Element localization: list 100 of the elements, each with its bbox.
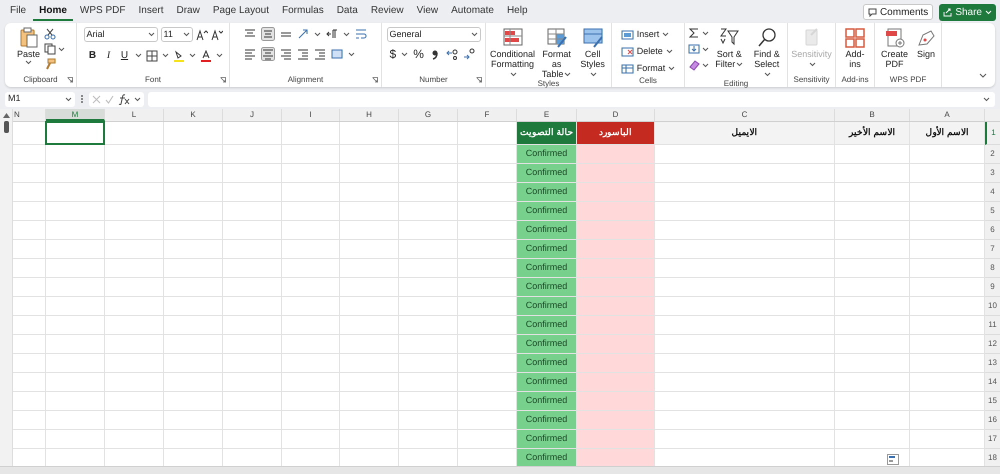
menu-tab[interactable]: View — [410, 1, 444, 21]
menu-tab[interactable]: Review — [364, 1, 410, 21]
menu-tab[interactable]: Help — [500, 1, 534, 21]
ribbon-button[interactable]: Sort & Filter — [712, 27, 746, 69]
menu-tab[interactable]: File — [4, 1, 32, 21]
row-header[interactable]: 10 — [985, 297, 1000, 316]
percent-button[interactable]: % — [413, 48, 424, 60]
column-header[interactable]: L — [105, 109, 164, 121]
row-header[interactable]: 15 — [985, 392, 1000, 411]
column-header[interactable]: H — [340, 109, 399, 121]
ribbon-button[interactable]: Delete — [620, 44, 676, 59]
menu-tab[interactable]: Formulas — [276, 1, 330, 21]
paste-button[interactable]: Paste — [16, 27, 40, 65]
check-icon[interactable] — [105, 94, 114, 104]
row-header[interactable]: 7 — [985, 240, 1000, 259]
ribbon-button[interactable]: Add-ins — [839, 27, 871, 69]
font-name-field[interactable]: Arial — [84, 27, 158, 42]
scroll-up-icon[interactable] — [2, 113, 10, 118]
scissors-icon[interactable] — [44, 28, 56, 40]
row-header[interactable]: 11 — [985, 316, 1000, 335]
sum-icon[interactable] — [688, 27, 700, 39]
style-button[interactable]: I — [102, 48, 114, 63]
currency-button[interactable]: $ — [390, 48, 396, 60]
increase-indent-icon[interactable] — [314, 48, 326, 60]
column-header[interactable]: I — [282, 109, 340, 121]
row-header[interactable]: 9 — [985, 278, 1000, 297]
dialog-launcher-icon[interactable] — [67, 77, 73, 83]
format-painter-icon[interactable] — [44, 58, 56, 70]
column-header[interactable]: J — [223, 109, 282, 121]
comments-button[interactable]: Comments — [862, 4, 934, 20]
ribbon-button[interactable]: Sign — [914, 27, 938, 59]
wrap-text-icon[interactable] — [355, 28, 367, 40]
fill-color-icon[interactable] — [172, 50, 184, 62]
ribbon-button[interactable]: Cell Styles — [577, 27, 608, 79]
ribbon-button[interactable]: Create PDF — [878, 27, 911, 69]
row-header[interactable]: 17 — [985, 430, 1000, 449]
column-header[interactable]: F — [458, 109, 517, 121]
column-header[interactable]: K — [164, 109, 223, 121]
vertical-scrollbar[interactable] — [0, 109, 13, 468]
menu-tab[interactable]: Automate — [445, 1, 500, 21]
merge-center-icon[interactable] — [331, 48, 343, 60]
column-header[interactable]: M — [46, 109, 105, 121]
table-cell — [13, 240, 46, 259]
function-icon[interactable] — [118, 94, 130, 104]
scroll-thumb[interactable] — [4, 121, 8, 133]
font-color-icon[interactable] — [200, 50, 212, 62]
copy-icon[interactable] — [44, 43, 56, 55]
row-header[interactable]: 16 — [985, 411, 1000, 430]
row-header[interactable]: 8 — [985, 259, 1000, 278]
dialog-launcher-icon[interactable] — [372, 77, 378, 83]
row-header[interactable]: 13 — [985, 354, 1000, 373]
menu-tab[interactable]: Draw — [170, 1, 206, 21]
quick-analysis-icon[interactable] — [887, 454, 899, 465]
name-box[interactable]: M1 — [5, 92, 75, 106]
style-button[interactable]: B — [86, 48, 98, 63]
row-header[interactable]: 4 — [985, 183, 1000, 202]
increase-decimal-icon[interactable] — [446, 48, 458, 60]
row-header[interactable]: 3 — [985, 164, 1000, 183]
ribbon-button[interactable]: Format as Table — [539, 27, 574, 79]
formula-input[interactable] — [148, 92, 995, 106]
dialog-launcher-icon[interactable] — [476, 77, 482, 83]
menu-tab[interactable]: Insert — [132, 1, 170, 21]
dialog-launcher-icon[interactable] — [220, 77, 226, 83]
collapse-ribbon-icon[interactable] — [979, 73, 987, 79]
menu-tab[interactable]: Data — [330, 1, 364, 21]
menu-tab[interactable]: WPS PDF — [74, 1, 132, 21]
font-size-field[interactable]: 11 — [160, 27, 192, 42]
row-header[interactable]: 6 — [985, 221, 1000, 240]
row-header[interactable]: 14 — [985, 373, 1000, 392]
ribbon-button[interactable]: Conditional Formatting — [489, 27, 536, 79]
number-format-field[interactable]: General — [386, 27, 480, 42]
grow-font-icon[interactable] — [196, 28, 208, 40]
ribbon-button[interactable]: Find & Select — [750, 27, 784, 79]
decrease-indent-icon[interactable] — [297, 48, 309, 60]
menu-tab[interactable]: Home — [33, 1, 73, 21]
rtl-icon[interactable] — [326, 28, 338, 40]
borders-icon[interactable] — [146, 50, 158, 62]
column-header[interactable]: E — [517, 109, 577, 121]
share-button[interactable]: Share — [939, 4, 996, 20]
orientation-icon[interactable] — [297, 28, 309, 40]
align-center-icon[interactable] — [261, 47, 275, 61]
decrease-decimal-icon[interactable] — [462, 48, 475, 60]
row-header[interactable]: 5 — [985, 202, 1000, 221]
align-middle-icon[interactable] — [261, 27, 275, 41]
menu-tab[interactable]: Page Layout — [206, 1, 276, 21]
eraser-icon[interactable] — [688, 59, 700, 71]
ribbon-button[interactable]: Insert — [620, 27, 676, 42]
align-right-icon[interactable] — [280, 48, 292, 60]
style-button[interactable]: U — [118, 48, 130, 63]
ribbon-button[interactable]: Format — [620, 61, 676, 76]
column-header[interactable]: C — [655, 109, 835, 121]
column-header[interactable]: D — [577, 109, 655, 121]
row-header[interactable]: 2 — [985, 145, 1000, 164]
row-header[interactable]: 12 — [985, 335, 1000, 354]
fill-down-icon[interactable] — [688, 43, 700, 55]
align-left-icon[interactable] — [244, 48, 256, 60]
column-header[interactable]: G — [399, 109, 458, 121]
shrink-font-icon[interactable] — [210, 28, 222, 40]
column-header[interactable]: B — [835, 109, 910, 121]
row-header[interactable]: 1 — [985, 122, 1000, 145]
